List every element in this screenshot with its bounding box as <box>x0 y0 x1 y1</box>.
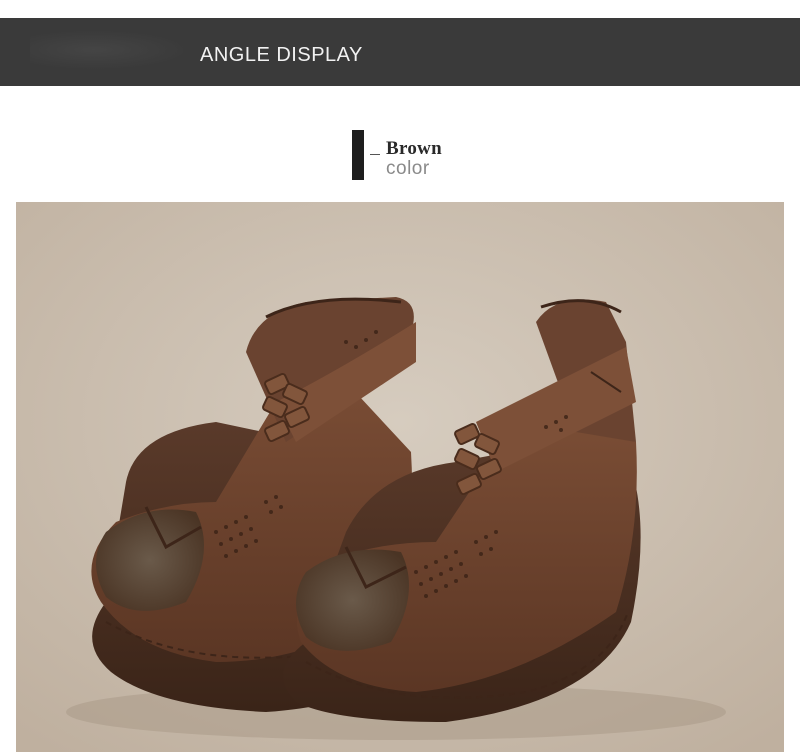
color-name: Brown <box>386 138 443 159</box>
color-label-bar <box>352 130 364 180</box>
sandals-illustration <box>16 202 784 752</box>
section-banner: ANGLE DISPLAY <box>0 18 800 86</box>
banner-decoration <box>30 30 190 70</box>
product-photo <box>16 202 784 752</box>
color-label-dash <box>370 154 380 155</box>
banner-title: ANGLE DISPLAY <box>200 44 363 66</box>
color-label: Brown color <box>352 130 552 180</box>
color-suffix: color <box>386 158 430 179</box>
